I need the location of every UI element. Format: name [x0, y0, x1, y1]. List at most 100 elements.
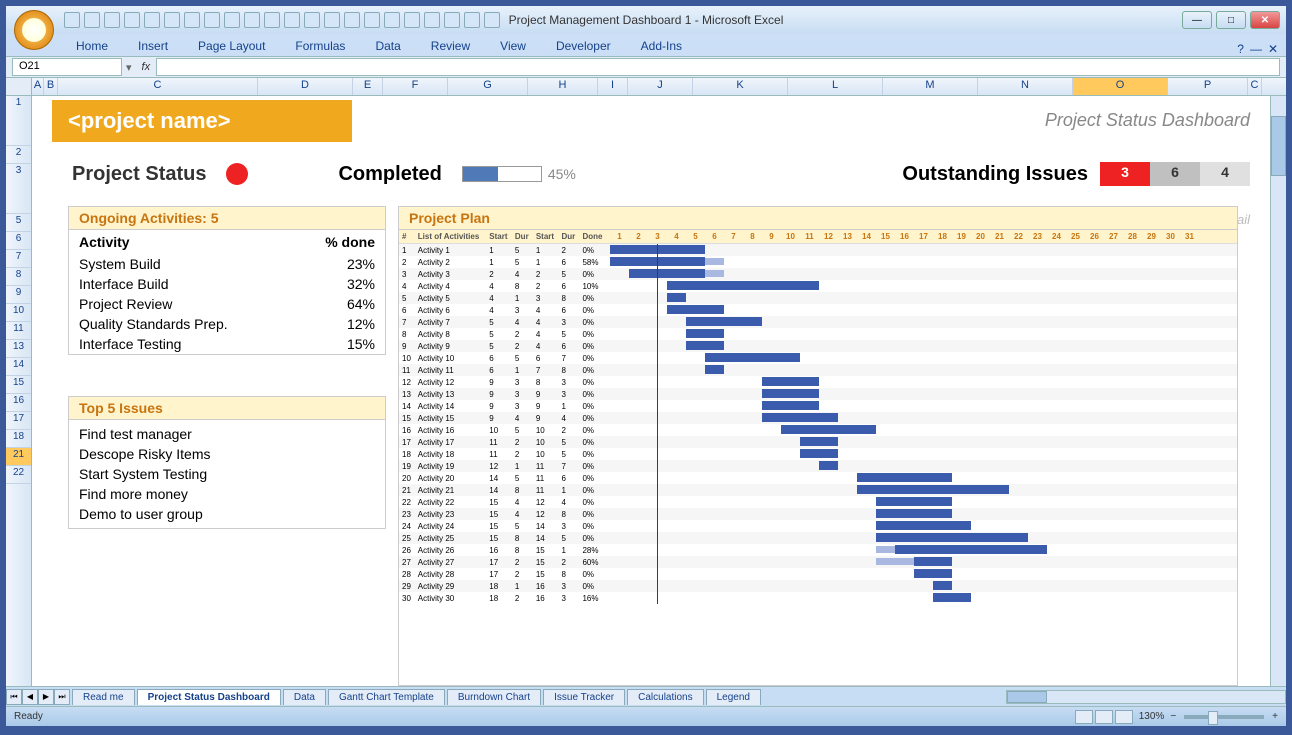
minimize-button[interactable]: — [1182, 11, 1212, 29]
ribbon-tab-developer[interactable]: Developer [542, 36, 625, 56]
tab-next-icon[interactable]: ▶ [38, 689, 54, 705]
row-header[interactable]: 14 [6, 358, 31, 376]
col-header[interactable]: K [693, 78, 788, 95]
sheet-tab[interactable]: Data [283, 689, 326, 705]
col-header[interactable]: L [788, 78, 883, 95]
col-header[interactable]: D [258, 78, 353, 95]
sheet-tab[interactable]: Project Status Dashboard [137, 689, 281, 705]
vertical-scrollbar[interactable] [1270, 96, 1286, 686]
qat-undo-icon[interactable] [84, 12, 100, 28]
qat-btn[interactable] [264, 12, 280, 28]
qat-btn[interactable] [144, 12, 160, 28]
qat-btn[interactable] [384, 12, 400, 28]
qat-btn[interactable] [204, 12, 220, 28]
zoom-percent[interactable]: 130% [1139, 711, 1165, 722]
zoom-out-icon[interactable]: − [1170, 711, 1176, 722]
qat-btn[interactable] [184, 12, 200, 28]
zoom-in-icon[interactable]: + [1272, 711, 1278, 722]
row-header[interactable]: 21 [6, 448, 31, 466]
qat-btn[interactable] [284, 12, 300, 28]
qat-btn[interactable] [344, 12, 360, 28]
close-button[interactable]: ✕ [1250, 11, 1280, 29]
row-header[interactable]: 11 [6, 322, 31, 340]
ribbon-tab-page-layout[interactable]: Page Layout [184, 36, 279, 56]
col-header[interactable]: E [353, 78, 383, 95]
ribbon-tab-formulas[interactable]: Formulas [281, 36, 359, 56]
qat-btn[interactable] [324, 12, 340, 28]
row-header[interactable]: 10 [6, 304, 31, 322]
sheet-tab[interactable]: Legend [706, 689, 761, 705]
tab-prev-icon[interactable]: ◀ [22, 689, 38, 705]
qat-btn[interactable] [364, 12, 380, 28]
col-header[interactable]: B [44, 78, 58, 95]
name-box[interactable]: O21 [12, 58, 122, 76]
col-header[interactable]: J [628, 78, 693, 95]
row-header[interactable]: 5 [6, 214, 31, 232]
qat-btn[interactable] [224, 12, 240, 28]
project-plan-panel[interactable]: Project Plan #List of ActivitiesStartDur… [398, 206, 1238, 686]
col-header[interactable]: N [978, 78, 1073, 95]
row-header[interactable]: 9 [6, 286, 31, 304]
row-header[interactable]: 18 [6, 430, 31, 448]
row-header[interactable]: 2 [6, 146, 31, 164]
ribbon-tab-data[interactable]: Data [361, 36, 414, 56]
cells-grid[interactable]: <project name> Project Status Dashboard … [32, 96, 1270, 686]
col-header[interactable]: C [58, 78, 258, 95]
col-header[interactable]: G [448, 78, 528, 95]
page-layout-view-icon[interactable] [1095, 710, 1113, 724]
row-header[interactable]: 16 [6, 394, 31, 412]
qat-btn[interactable] [464, 12, 480, 28]
horizontal-scrollbar[interactable] [1006, 690, 1286, 704]
sheet-tab[interactable]: Read me [72, 689, 135, 705]
qat-btn[interactable] [124, 12, 140, 28]
qat-btn[interactable] [424, 12, 440, 28]
row-header[interactable]: 1 [6, 96, 31, 146]
qat-btn[interactable] [444, 12, 460, 28]
zoom-slider[interactable] [1184, 715, 1264, 719]
row-header[interactable]: 15 [6, 376, 31, 394]
row-header[interactable]: 17 [6, 412, 31, 430]
col-header[interactable]: C [1248, 78, 1262, 95]
fx-icon[interactable]: fx [136, 61, 157, 73]
qat-save-icon[interactable] [64, 12, 80, 28]
col-header[interactable]: P [1168, 78, 1248, 95]
row-header[interactable]: 6 [6, 232, 31, 250]
sheet-tab[interactable]: Issue Tracker [543, 689, 625, 705]
qat-btn[interactable] [484, 12, 500, 28]
ribbon-tab-review[interactable]: Review [417, 36, 484, 56]
sheet-tab[interactable]: Gantt Chart Template [328, 689, 445, 705]
qat-btn[interactable] [304, 12, 320, 28]
col-header[interactable]: H [528, 78, 598, 95]
ribbon-tab-home[interactable]: Home [62, 36, 122, 56]
office-button[interactable] [14, 10, 54, 50]
help-icon[interactable]: ? [1237, 42, 1244, 56]
project-name-cell[interactable]: <project name> [52, 100, 352, 142]
namebox-dropdown-icon[interactable]: ▾ [122, 61, 136, 74]
col-header[interactable]: O [1073, 78, 1168, 95]
qat-redo-icon[interactable] [104, 12, 120, 28]
select-all-corner[interactable] [6, 78, 32, 95]
page-break-view-icon[interactable] [1115, 710, 1133, 724]
col-header[interactable]: I [598, 78, 628, 95]
ribbon-tab-add-ins[interactable]: Add-Ins [627, 36, 696, 56]
qat-btn[interactable] [164, 12, 180, 28]
tab-last-icon[interactable]: ⏭ [54, 689, 70, 705]
ribbon-minimize-icon[interactable]: — [1250, 42, 1262, 56]
row-header[interactable]: 3 [6, 164, 31, 214]
row-header[interactable]: 7 [6, 250, 31, 268]
col-header[interactable]: F [383, 78, 448, 95]
sheet-tab[interactable]: Burndown Chart [447, 689, 541, 705]
row-header[interactable]: 22 [6, 466, 31, 484]
qat-btn[interactable] [244, 12, 260, 28]
qat-btn[interactable] [404, 12, 420, 28]
ribbon-tab-insert[interactable]: Insert [124, 36, 182, 56]
maximize-button[interactable]: □ [1216, 11, 1246, 29]
formula-bar[interactable] [156, 58, 1280, 76]
tab-first-icon[interactable]: ⏮ [6, 689, 22, 705]
normal-view-icon[interactable] [1075, 710, 1093, 724]
sheet-tab[interactable]: Calculations [627, 689, 703, 705]
col-header[interactable]: A [32, 78, 44, 95]
row-header[interactable]: 13 [6, 340, 31, 358]
ribbon-tab-view[interactable]: View [486, 36, 540, 56]
workbook-close-icon[interactable]: ✕ [1268, 42, 1278, 56]
